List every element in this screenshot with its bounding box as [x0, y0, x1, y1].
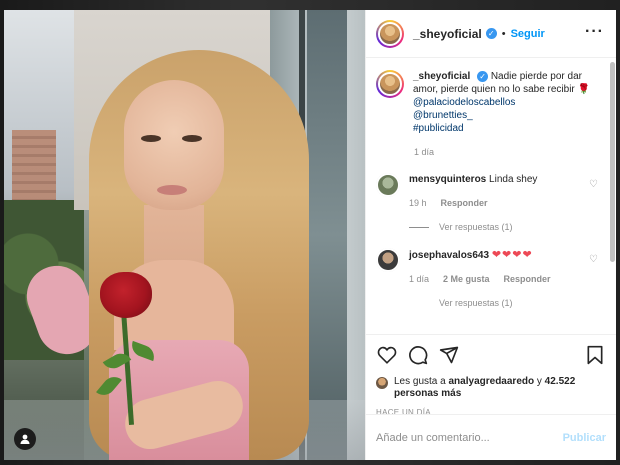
- comment-time[interactable]: 19 h: [409, 196, 427, 210]
- mention-link[interactable]: @palaciodeloscabellos: [413, 96, 598, 109]
- more-options-icon[interactable]: ···: [585, 24, 604, 40]
- bookmark-icon[interactable]: [584, 344, 606, 366]
- eye-left: [141, 135, 161, 142]
- comment-input[interactable]: [376, 431, 563, 444]
- reply-button[interactable]: Responder: [441, 196, 488, 210]
- comment-username[interactable]: josephavalos643: [409, 250, 489, 261]
- comment-username[interactable]: mensyquinteros: [409, 174, 486, 185]
- background-buildings: [4, 10, 84, 460]
- replies-line: [409, 226, 429, 228]
- avatar[interactable]: [376, 70, 404, 98]
- author-username[interactable]: _sheyoficial: [413, 27, 482, 41]
- liker-avatar: [376, 377, 388, 389]
- like-comment-icon[interactable]: ♡: [589, 179, 598, 190]
- comment-likes[interactable]: 2 Me gusta: [443, 272, 490, 286]
- avatar[interactable]: [376, 19, 404, 48]
- share-icon[interactable]: [438, 344, 460, 366]
- avatar[interactable]: [376, 173, 400, 197]
- caption-time[interactable]: 1 día: [414, 147, 606, 157]
- red-rose: [100, 272, 152, 318]
- caption-username[interactable]: _sheyoficial: [413, 71, 470, 82]
- like-icon[interactable]: [376, 344, 398, 366]
- view-replies-button[interactable]: Ver respuestas (1): [409, 298, 606, 308]
- list-item: mensyquinteros Linda shey 19 h Responder…: [376, 173, 606, 210]
- comment-icon[interactable]: [407, 344, 429, 366]
- avatar[interactable]: [376, 248, 400, 272]
- liker-username[interactable]: analyagredaaredo: [449, 376, 535, 387]
- verified-badge-icon: ✓: [477, 70, 489, 82]
- post-side-panel: _sheyoficial ✓ • Seguir ··· _sheyoficial…: [365, 10, 616, 460]
- like-comment-icon[interactable]: ♡: [589, 254, 598, 265]
- list-item: josephavalos643 ❤❤❤❤ 1 día 2 Me gusta Re…: [376, 248, 606, 286]
- comment-time[interactable]: 1 día: [409, 272, 429, 286]
- scrollbar[interactable]: [610, 58, 615, 334]
- comments-list[interactable]: _sheyoficial ✓ Nadie pierde por dar amor…: [366, 58, 616, 334]
- rose-emoji: 🌹: [577, 84, 590, 95]
- likes-summary[interactable]: Les gusta a analyagredaaredo y 42.522 pe…: [376, 376, 606, 400]
- verified-badge-icon: ✓: [485, 28, 497, 39]
- add-comment-bar: Publicar: [366, 414, 616, 460]
- publish-button[interactable]: Publicar: [563, 432, 606, 444]
- post-photo[interactable]: [4, 10, 365, 460]
- lips: [157, 185, 187, 195]
- eye-right: [182, 135, 202, 142]
- view-replies-label: Ver respuestas (1): [439, 222, 513, 232]
- mention-link[interactable]: @brunetties_: [413, 109, 598, 122]
- hashtag-link[interactable]: #publicidad: [413, 122, 598, 135]
- reply-button[interactable]: Responder: [504, 272, 551, 286]
- post-header: _sheyoficial ✓ • Seguir ···: [366, 10, 616, 58]
- comment-text: ❤❤❤❤: [491, 249, 533, 261]
- caption: _sheyoficial ✓ Nadie pierde por dar amor…: [376, 70, 606, 135]
- separator-dot: •: [501, 27, 506, 40]
- replies-line: [409, 303, 429, 304]
- post-actions: Les gusta a analyagredaaredo y 42.522 pe…: [366, 334, 616, 417]
- likes-connector: y: [536, 376, 542, 387]
- comment-text: Linda shey: [489, 174, 538, 185]
- view-replies-label: Ver respuestas (1): [439, 298, 513, 308]
- follow-button[interactable]: Seguir: [511, 28, 545, 40]
- post-modal: _sheyoficial ✓ • Seguir ··· _sheyoficial…: [4, 10, 616, 460]
- user-tag-icon[interactable]: [14, 428, 36, 450]
- likes-prefix: Les gusta a: [394, 376, 446, 387]
- view-replies-button[interactable]: Ver respuestas (1): [409, 222, 606, 232]
